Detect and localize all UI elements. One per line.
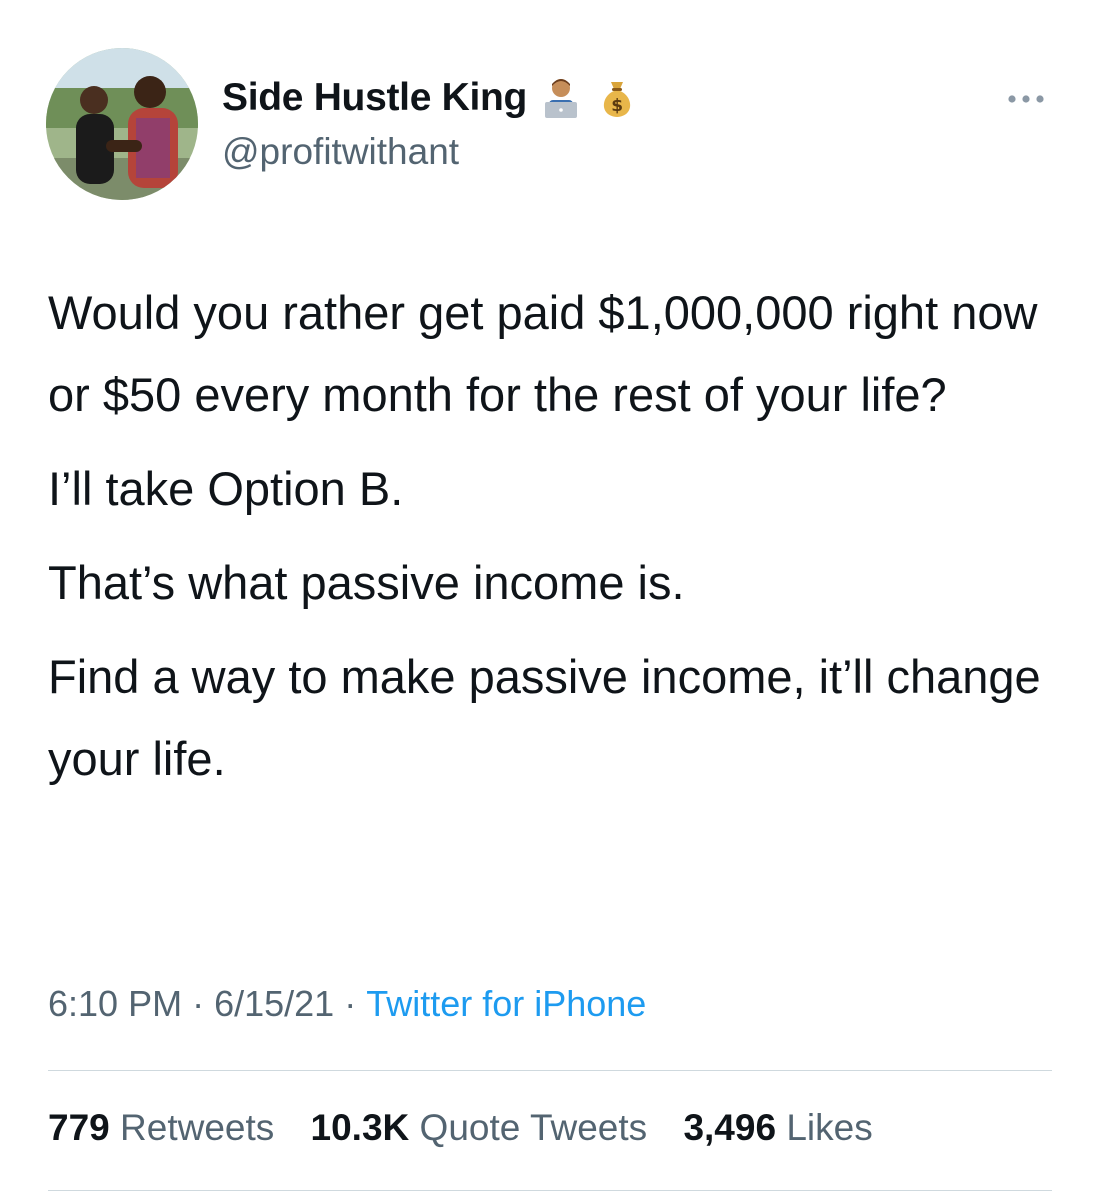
tweet-paragraph: I’ll take Option B.: [48, 462, 404, 515]
avatar[interactable]: [46, 48, 198, 200]
ellipsis-icon: [1008, 95, 1044, 103]
tweet-paragraph: Find a way to make passive income, it’ll…: [48, 650, 1041, 785]
tweet-text: Would you rather get paid $1,000,000 rig…: [48, 272, 1058, 800]
tweet-card: Side Hustle King $ @profitwithant Would …: [0, 0, 1099, 1200]
avatar-photo: [46, 48, 198, 200]
quote-tweets-stat[interactable]: 10.3K Quote Tweets: [311, 1107, 648, 1148]
tweet-source-link[interactable]: Twitter for iPhone: [366, 983, 646, 1024]
meta-separator: ·: [344, 983, 357, 1024]
money-bag-emoji: $: [595, 76, 639, 120]
author-handle[interactable]: @profitwithant: [222, 131, 459, 173]
quote-tweets-label: Quote Tweets: [419, 1107, 648, 1148]
author-name-row: Side Hustle King $: [222, 76, 639, 120]
technologist-emoji: [539, 76, 583, 120]
divider: [48, 1190, 1052, 1191]
svg-text:$: $: [611, 96, 623, 116]
tweet-time[interactable]: 6:10 PM: [48, 983, 182, 1024]
likes-stat[interactable]: 3,496 Likes: [683, 1107, 872, 1148]
meta-separator: ·: [192, 983, 205, 1024]
divider: [48, 1070, 1052, 1071]
tweet-paragraph: Would you rather get paid $1,000,000 rig…: [48, 286, 1038, 421]
retweets-stat[interactable]: 779 Retweets: [48, 1107, 274, 1148]
tweet-meta: 6:10 PM · 6/15/21 · Twitter for iPhone: [48, 983, 646, 1025]
tweet-date[interactable]: 6/15/21: [214, 983, 334, 1024]
tweet-stats: 779 Retweets 10.3K Quote Tweets 3,496 Li…: [48, 1107, 899, 1149]
more-options-button[interactable]: [1000, 86, 1052, 112]
retweets-label: Retweets: [120, 1107, 275, 1148]
author-name[interactable]: Side Hustle King: [222, 76, 527, 120]
likes-count: 3,496: [683, 1107, 777, 1148]
likes-label: Likes: [786, 1107, 873, 1148]
tweet-paragraph: That’s what passive income is.: [48, 556, 685, 609]
quote-tweets-count: 10.3K: [310, 1107, 410, 1148]
retweets-count: 779: [48, 1107, 110, 1148]
